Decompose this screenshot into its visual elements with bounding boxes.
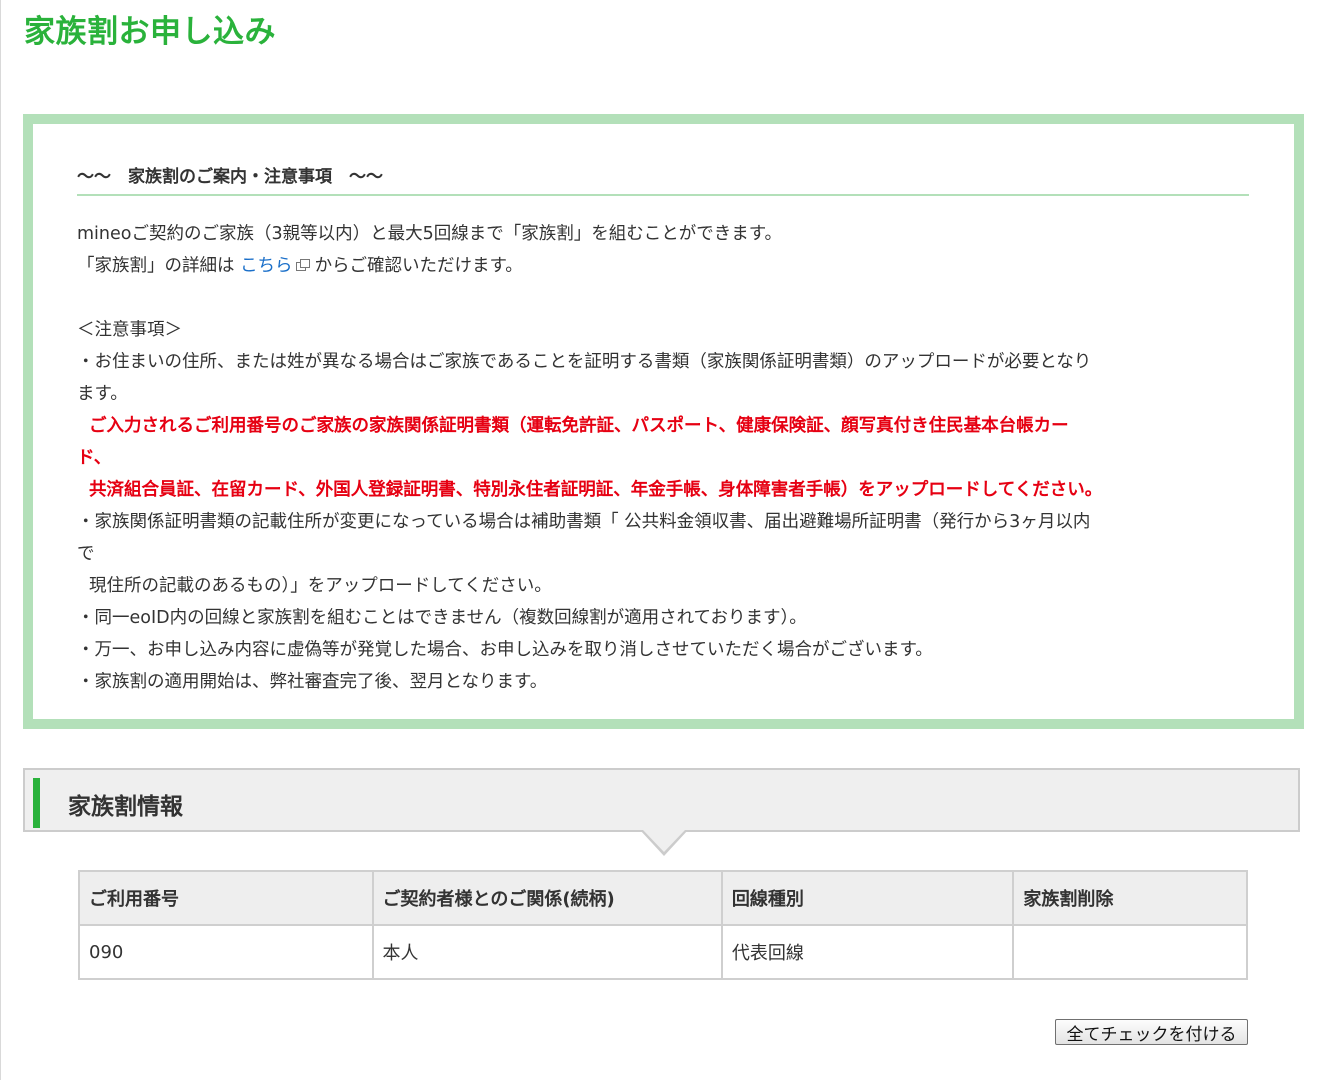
cell-relation: 本人 bbox=[371, 924, 723, 980]
intro-detail-line: 「家族割」の詳細は こちら からご確認いただけます。 bbox=[77, 250, 1249, 282]
family-table: ご利用番号 ご契約者様とのご関係(続柄) 回線種別 家族割削除 090 本人 代… bbox=[78, 870, 1248, 980]
column-header-number: ご利用番号 bbox=[78, 870, 374, 926]
notice-heading: 〜〜 家族割のご案内・注意事項 〜〜 bbox=[77, 167, 383, 187]
caution-title: ＜注意事項＞ bbox=[77, 320, 182, 340]
warning-documents-line-1-cont: ド、 bbox=[77, 448, 112, 468]
caution-item-4: ・万一、お申し込み内容に虚偽等が発覚した場合、お申し込みを取り消しさせていただく… bbox=[77, 640, 933, 660]
intro-line: mineoご契約のご家族（3親等以内）と最大5回線まで「家族割」を組むことができ… bbox=[77, 224, 782, 244]
warning-documents-line-1: ご入力されるご利用番号のご家族の家族関係証明書類（運転免許証、パスポート、健康保… bbox=[89, 416, 1069, 436]
page-left-border bbox=[0, 0, 1, 1080]
notice-divider bbox=[77, 194, 1249, 196]
caution-item-3: ・同一eoID内の回線と家族割を組むことはできません（複数回線割が適用されており… bbox=[77, 608, 807, 628]
column-header-line-type: 回線種別 bbox=[720, 870, 1015, 926]
notice-box: 〜〜 家族割のご案内・注意事項 〜〜 mineoご契約のご家族（3親等以内）と最… bbox=[23, 114, 1304, 729]
caution-item-5: ・家族割の適用開始は、弊社審査完了後、翌月となります。 bbox=[77, 672, 548, 692]
family-info-section-header: 家族割情報 bbox=[23, 768, 1300, 832]
intro-detail-suffix: からご確認いただけます。 bbox=[314, 256, 523, 276]
caution-item-1-cont: ます。 bbox=[77, 384, 128, 404]
table-header-row: ご利用番号 ご契約者様とのご関係(続柄) 回線種別 家族割削除 bbox=[78, 870, 1248, 926]
column-header-relation: ご契約者様とのご関係(続柄) bbox=[371, 870, 723, 926]
caution-item-2: ・家族関係証明書類の記載住所が変更になっている場合は補助書類「 公共料金領収書、… bbox=[77, 512, 1091, 532]
notice-body: mineoご契約のご家族（3親等以内）と最大5回線まで「家族割」を組むことができ… bbox=[77, 218, 1249, 698]
table-row: 090 本人 代表回線 bbox=[78, 924, 1248, 980]
caution-item-2-cont: で bbox=[77, 544, 95, 564]
section-accent-bar bbox=[33, 778, 40, 828]
check-all-button[interactable]: 全てチェックを付ける bbox=[1055, 1019, 1248, 1045]
cell-delete bbox=[1012, 924, 1248, 980]
intro-detail-prefix: 「家族割」の詳細は bbox=[77, 256, 241, 276]
details-link[interactable]: こちら bbox=[240, 256, 293, 276]
header-pointer bbox=[643, 830, 685, 852]
page-title: 家族割お申し込み bbox=[24, 14, 276, 50]
caution-item-1: ・お住まいの住所、または姓が異なる場合はご家族であることを証明する書類（家族関係… bbox=[77, 352, 1092, 372]
cell-number: 090 bbox=[78, 924, 374, 980]
section-title: 家族割情報 bbox=[68, 794, 183, 820]
external-link-icon bbox=[295, 259, 310, 271]
warning-documents-line-2: 共済組合員証、在留カード、外国人登録証明書、特別永住者証明証、年金手帳、身体障害… bbox=[89, 480, 1103, 500]
caution-item-2-cont-2: 現住所の記載のあるもの）」をアップロードしてください。 bbox=[89, 576, 552, 596]
cell-line-type: 代表回線 bbox=[720, 924, 1015, 980]
column-header-delete: 家族割削除 bbox=[1012, 870, 1248, 926]
